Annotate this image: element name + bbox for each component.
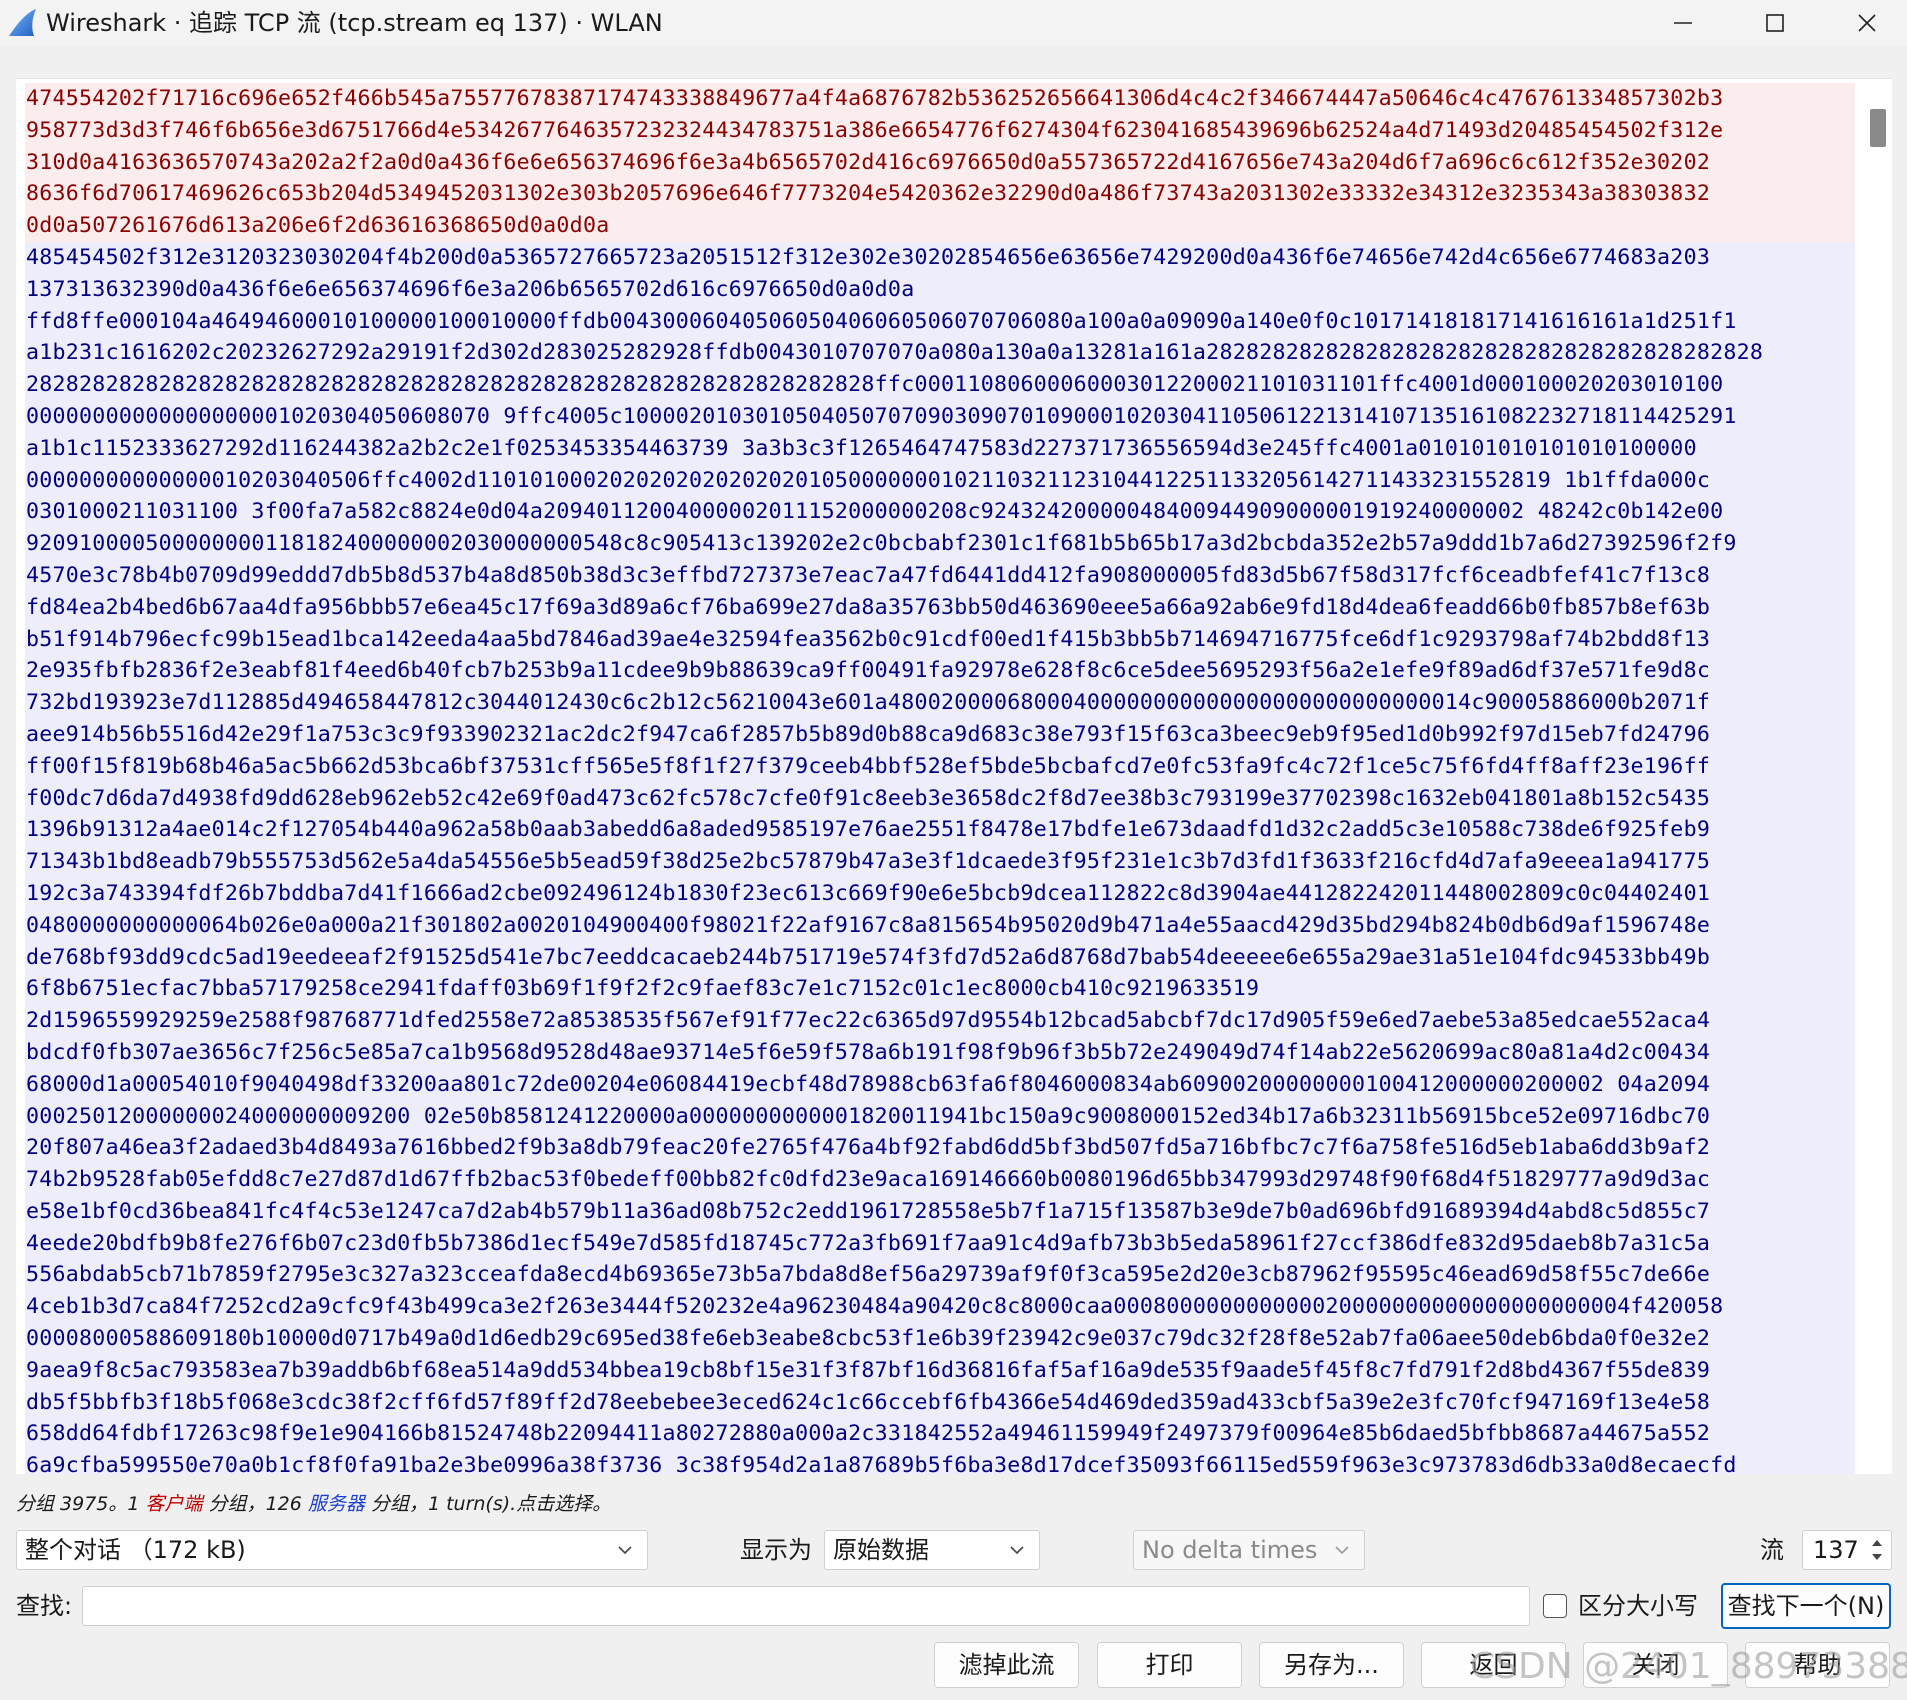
server-data-line[interactable]: 4570e3c78b4b0709d99eddd7db5b8d537b4a8d85…: [25, 559, 1855, 592]
conversation-select[interactable]: 整个对话 （172 kB): [16, 1530, 648, 1570]
client-data-line[interactable]: 0d0a507261676d613a206e6f2d63616368650d0a…: [25, 210, 1855, 242]
window-title: Wireshark · 追踪 TCP 流 (tcp.stream eq 137)…: [46, 9, 663, 37]
server-data-line[interactable]: 4ceb1b3d7ca84f7252cd2a9cfc9f43b499ca3e2f…: [25, 1291, 1855, 1324]
spin-arrows-icon[interactable]: [1865, 1533, 1889, 1567]
server-data-line[interactable]: b51f914b796ecfc99b15ead1bca142eeda4aa5bd…: [25, 623, 1855, 656]
server-data-line[interactable]: 00025012000000024000000009200 02e50b8581…: [25, 1100, 1855, 1133]
stream-number-spinbox[interactable]: 137: [1802, 1530, 1892, 1570]
server-data-line[interactable]: 137313632390d0a436f6e6e656374696f6e3a206…: [25, 273, 1855, 306]
maximize-icon: [1766, 14, 1784, 32]
server-data-line[interactable]: 485454502f312e3120323030204f4b200d0a5365…: [25, 241, 1855, 274]
server-data-line[interactable]: 9aea9f8c5ac793583ea7b39addb6bf68ea514a9d…: [25, 1354, 1855, 1387]
server-data-line[interactable]: 1396b91312a4ae014c2f127054b440a962a58b0a…: [25, 814, 1855, 847]
stream-summary: 分组 3975。1 客户端 分组，126 服务器 分组，1 turn(s).点击…: [16, 1490, 611, 1518]
show-as-select-value: 原始数据: [833, 1536, 929, 1564]
chevron-down-icon: [1010, 1546, 1024, 1555]
summary-prefix: 分组 3975。1: [16, 1493, 146, 1515]
client-data-line[interactable]: 958773d3d3f746f6b656e3d6751766d4e5342677…: [25, 114, 1855, 147]
show-as-label: 显示为: [740, 1536, 812, 1564]
server-data-line[interactable]: aee914b56b5516d42e29f1a753c3c9f933902321…: [25, 718, 1855, 751]
stream-lines: 474554202f71716c696e652f466b545a75577678…: [25, 83, 1855, 1474]
server-data-line[interactable]: db5f5bbfb3f18b5f068e3cdc38f2cff6fd57f89f…: [25, 1386, 1855, 1419]
client-data-line[interactable]: 8636f6d70617469626c653b204d5349452031302…: [25, 178, 1855, 211]
server-data-line[interactable]: 71343b1bd8eadb79b555753d562e5a4da54556e5…: [25, 846, 1855, 878]
server-data-line[interactable]: ffd8ffe000104a46494600010100000100010000…: [25, 305, 1855, 338]
summary-suffix: 分组，1 turn(s).点击选择。: [364, 1493, 612, 1515]
server-data-line[interactable]: 2828282828282828282828282828282828282828…: [25, 369, 1855, 401]
server-data-line[interactable]: 192c3a743394fdf26b7bddba7d41f1666ad2cbe0…: [25, 877, 1855, 910]
server-data-line[interactable]: 00000000000000010203040506ffc4002d110101…: [25, 464, 1855, 497]
server-data-line[interactable]: fd84ea2b4bed6b67aa4dfa956bbb57e6ea45c17f…: [25, 591, 1855, 624]
client-data-line[interactable]: 474554202f71716c696e652f466b545a75577678…: [25, 83, 1855, 115]
server-data-line[interactable]: a1b231c1616202c20232627292a29191f2d302d2…: [25, 337, 1855, 370]
server-data-line[interactable]: 6f8b6751ecfac7bba57179258ce2941fdaff03b6…: [25, 973, 1855, 1006]
delta-times-select-value: No delta times: [1142, 1536, 1318, 1564]
find-next-button[interactable]: 查找下一个(N): [1721, 1583, 1891, 1629]
case-sensitive-checkbox[interactable]: [1543, 1594, 1567, 1618]
chevron-down-icon: [618, 1546, 632, 1555]
server-data-line[interactable]: 556abdab5cb71b7859f2795e3c327a323cceafda…: [25, 1259, 1855, 1292]
close-icon: [1858, 14, 1876, 32]
server-data-line[interactable]: 2e935fbfb2836f2e3eabf81f4eed6b40fcb7b253…: [25, 655, 1855, 688]
server-data-line[interactable]: 00008000588609180b10000d0717b49a0d1d6edb…: [25, 1323, 1855, 1355]
vertical-scrollbar[interactable]: [1864, 79, 1892, 1474]
chevron-down-icon: [1335, 1546, 1349, 1555]
maximize-button[interactable]: [1730, 0, 1820, 46]
close-window-button[interactable]: [1822, 0, 1907, 46]
server-data-line[interactable]: 6a9cfba599550e70a0b1cf8f0fa91ba2e3be0996…: [25, 1450, 1855, 1474]
server-data-line[interactable]: 00000000000000000001020304050608070 9ffc…: [25, 400, 1855, 433]
server-data-line[interactable]: a1b1c1152333627292d116244382a2b2c2e1f025…: [25, 432, 1855, 465]
minimize-button[interactable]: [1638, 0, 1728, 46]
server-data-line[interactable]: ff00f15f819b68b46a5ac5b662d53bca6bf37531…: [25, 750, 1855, 783]
stream-number-value: 137: [1813, 1536, 1859, 1564]
server-data-line[interactable]: 2d1596559929259e2588f98768771dfed2558e72…: [25, 1005, 1855, 1037]
print-button[interactable]: 打印: [1097, 1642, 1242, 1688]
server-data-line[interactable]: 68000d1a00054010f9040498df33200aa801c72d…: [25, 1068, 1855, 1101]
client-data-line[interactable]: 310d0a4163636570743a202a2f2a0d0a436f6e6e…: [25, 146, 1855, 179]
wireshark-fin-icon: [9, 9, 36, 36]
filter-out-stream-button[interactable]: 滤掉此流: [934, 1642, 1079, 1688]
server-data-line[interactable]: f00dc7d6da7d4938fd9dd628eb962eb52c42e69f…: [25, 782, 1855, 815]
show-as-select[interactable]: 原始数据: [824, 1530, 1040, 1570]
save-as-button[interactable]: 另存为...: [1259, 1642, 1404, 1688]
csdn-watermark: CSDN @2401_88973388: [1470, 1646, 1907, 1687]
server-data-line[interactable]: bdcdf0fb307ae3656c7f256c5e85a7ca1b9568d9…: [25, 1036, 1855, 1069]
delta-times-select[interactable]: No delta times: [1133, 1530, 1365, 1570]
summary-server-label[interactable]: 服务器: [308, 1493, 365, 1515]
server-data-line[interactable]: 0480000000000064b026e0a000a21f301802a002…: [25, 909, 1855, 942]
find-label: 查找:: [16, 1592, 73, 1620]
server-data-line[interactable]: 74b2b9528fab05efdd8c7e27d87d1d67ffb2bac5…: [25, 1164, 1855, 1196]
scrollbar-thumb[interactable]: [1870, 109, 1886, 147]
summary-client-label[interactable]: 客户端: [146, 1493, 203, 1515]
server-data-line[interactable]: 4eede20bdfb9b8fe276f6b07c23d0fb5b7386d1e…: [25, 1227, 1855, 1260]
server-data-line[interactable]: e58e1bf0cd36bea841fc4f4c53e1247ca7d2ab4b…: [25, 1195, 1855, 1228]
title-bar: Wireshark · 追踪 TCP 流 (tcp.stream eq 137)…: [0, 0, 1907, 46]
minimize-icon: [1674, 22, 1692, 24]
server-data-line[interactable]: 9209100005000000001181824000000020300000…: [25, 528, 1855, 560]
server-data-line[interactable]: 732bd193923e7d112885d494658447812c304401…: [25, 687, 1855, 719]
case-sensitive-label[interactable]: 区分大小写: [1578, 1586, 1698, 1626]
conversation-select-value: 整个对话 （172 kB): [25, 1536, 246, 1564]
summary-mid: 分组，126: [202, 1493, 308, 1515]
find-input[interactable]: [82, 1586, 1530, 1626]
stream-content-pane[interactable]: 474554202f71716c696e652f466b545a75577678…: [16, 78, 1892, 1474]
server-data-line[interactable]: 20f807a46ea3f2adaed3b4d8493a7616bbed2f9b…: [25, 1132, 1855, 1165]
server-data-line[interactable]: de768bf93dd9cdc5ad19eedeeaf2f91525d541e7…: [25, 941, 1855, 974]
stream-label: 流: [1760, 1536, 1784, 1564]
server-data-line[interactable]: 658dd64fdbf17263c98f9e1e904166b81524748b…: [25, 1418, 1855, 1451]
server-data-line[interactable]: 0301000211031100 3f00fa7a582c8824e0d04a2…: [25, 496, 1855, 529]
